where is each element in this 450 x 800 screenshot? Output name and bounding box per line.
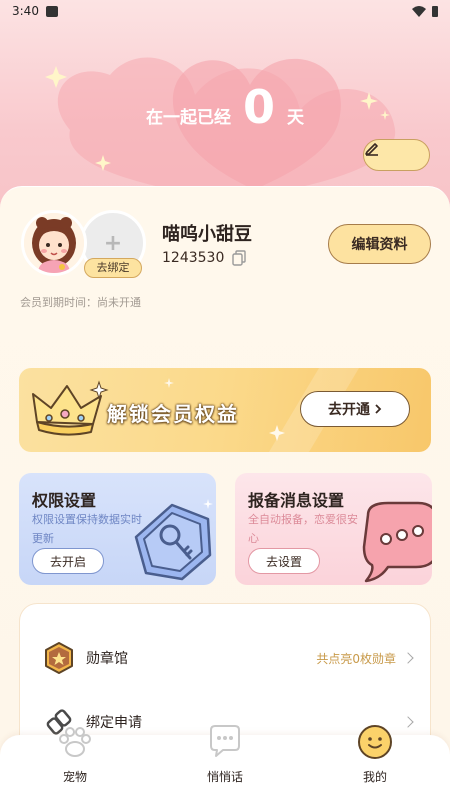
permission-desc: 权限设置保持数据实时更新 <box>32 513 142 545</box>
bind-partner-tag[interactable]: 去绑定 <box>84 258 142 278</box>
report-title: 报备消息设置 <box>248 491 345 510</box>
wifi-icon <box>412 5 426 17</box>
vip-title: 解锁会员权益 <box>107 402 239 426</box>
girl-avatar-icon <box>24 213 84 273</box>
menu-item-label: 勋章馆 <box>86 651 128 667</box>
user-id: 1243530 <box>162 250 225 266</box>
avatar[interactable] <box>21 210 87 276</box>
chat-bubble-art-icon <box>362 501 432 583</box>
member-expire-text: 会员到期时间：尚未开通 <box>20 296 141 309</box>
vip-banner[interactable]: 解锁会员权益 去开通 <box>19 368 431 452</box>
tab-label: 宠物 <box>62 770 87 784</box>
user-nickname: 喵呜小甜豆 <box>162 224 252 245</box>
tab-mine[interactable]: 我的 <box>300 725 450 800</box>
pencil-icon <box>365 143 378 156</box>
notification-icon <box>45 5 58 17</box>
medal-count: 共点亮0枚勋章 <box>316 651 396 666</box>
status-bar: 3:40 <box>0 0 450 22</box>
chevron-right-icon <box>402 716 414 728</box>
chevron-right-icon <box>402 652 414 664</box>
permission-enable-button[interactable]: 去开启 <box>32 548 104 574</box>
plus-icon: + <box>103 230 123 256</box>
status-time: 3:40 <box>12 4 39 18</box>
copy-icon[interactable] <box>232 250 247 266</box>
report-settings-card[interactable]: 报备消息设置 全自动报备，恋爱很安心 去设置 <box>235 473 432 585</box>
menu-item-medals[interactable]: 勋章馆 共点亮0枚勋章 <box>20 633 432 683</box>
report-desc: 全自动报备，恋爱很安心 <box>248 513 358 545</box>
smiley-icon <box>358 725 392 759</box>
tab-label: 我的 <box>362 770 387 784</box>
together-days: 在一起已经 0 天 <box>0 84 450 130</box>
days-unit: 天 <box>287 108 304 128</box>
permission-title: 权限设置 <box>32 491 97 510</box>
edit-anniversary-button[interactable] <box>363 139 430 171</box>
bottom-tab-bar: 宠物 悄悄话 我的 <box>0 725 450 800</box>
days-prefix: 在一起已经 <box>145 108 231 128</box>
medal-icon <box>45 642 73 674</box>
tab-label: 悄悄话 <box>206 770 243 784</box>
days-count: 0 <box>242 80 275 134</box>
paw-icon <box>59 727 91 757</box>
chevron-right-icon <box>375 404 382 414</box>
user-id-row: 1243530 <box>162 250 247 266</box>
tab-whisper[interactable]: 悄悄话 <box>150 725 300 800</box>
chat-bubble-icon <box>210 725 240 757</box>
battery-icon <box>432 5 438 17</box>
edit-profile-button[interactable]: 编辑资料 <box>328 224 431 264</box>
tab-pets[interactable]: 宠物 <box>0 727 150 800</box>
activate-vip-button[interactable]: 去开通 <box>300 391 410 427</box>
permission-settings-card[interactable]: 权限设置 权限设置保持数据实时更新 去开启 <box>19 473 216 585</box>
report-setup-button[interactable]: 去设置 <box>248 548 320 574</box>
activate-vip-label: 去开通 <box>328 402 370 418</box>
